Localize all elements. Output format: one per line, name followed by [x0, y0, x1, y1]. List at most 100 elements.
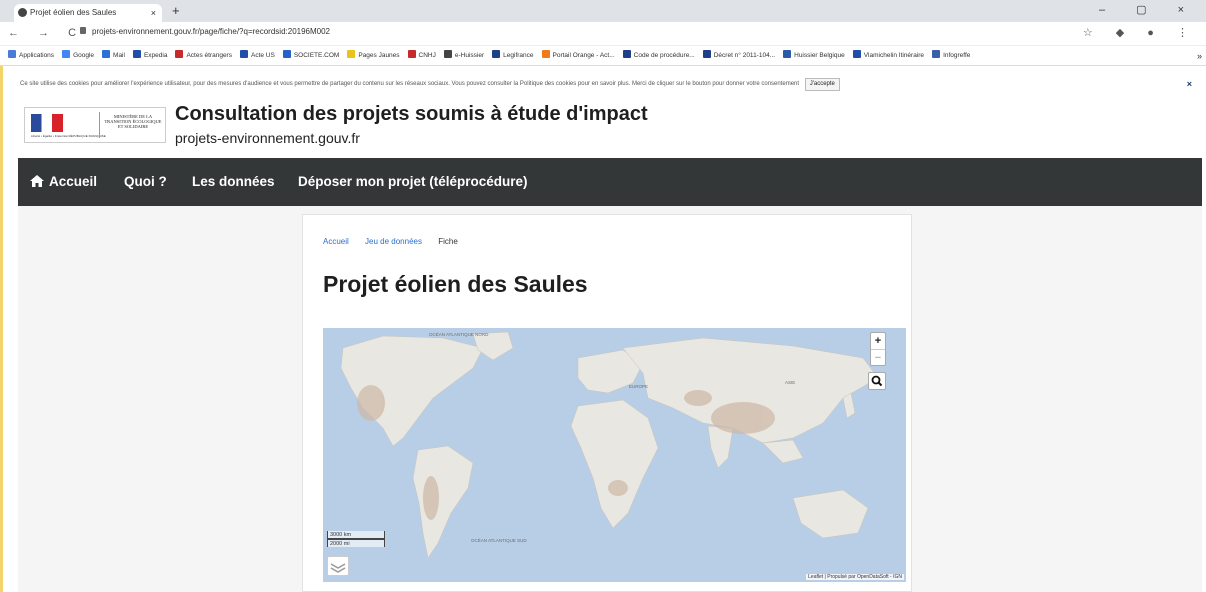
bookmark-label: Portail Orange - Act... — [552, 52, 615, 59]
world-map[interactable]: OCÉAN ATLANTIQUE NORD EUROPE ASIE OCÉAN … — [323, 328, 906, 582]
site-title[interactable]: Consultation des projets soumis à étude … — [175, 103, 648, 126]
bookmark-label: Décret n° 2011-104... — [713, 52, 776, 59]
bookmark-label: Google — [73, 52, 95, 59]
bookmark-item[interactable]: SOCIETE.COM — [282, 46, 340, 65]
bookmark-label: Code de procédure... — [633, 52, 695, 59]
bookmark-label: Mail — [113, 52, 125, 59]
bookmark-item[interactable]: Expedia — [132, 46, 168, 65]
bookmark-icon — [492, 50, 501, 58]
bookmark-icon — [702, 50, 711, 58]
ministry-logo[interactable]: Liberté • Égalité • Fraternité RÉPUBLIQU… — [24, 107, 166, 143]
bookmark-label: Applications — [19, 52, 55, 59]
main-nav: Accueil Quoi ? Les données Déposer mon p… — [18, 158, 1202, 206]
lock-icon — [80, 27, 86, 34]
bookmark-label: Expedia — [143, 52, 168, 59]
page-title: Projet éolien des Saules — [323, 271, 588, 297]
bookmark-label: SOCIETE.COM — [293, 52, 340, 59]
south-america — [412, 445, 474, 559]
bookmark-item[interactable]: Applications — [8, 46, 55, 65]
bookmark-label: Huissier Belgique — [794, 52, 845, 59]
japan — [842, 392, 856, 419]
bookmarks-bar: Applications Google Mail Expedia Actes étran… — [0, 46, 1206, 66]
bookmark-label: e-Huissier — [454, 52, 485, 59]
nav-data[interactable]: Les données — [192, 174, 275, 189]
layers-icon — [330, 563, 346, 573]
bookmark-item[interactable]: Pages Jaunes — [347, 46, 400, 65]
bookmark-item[interactable]: Mail — [102, 46, 125, 65]
map-scale: 3000 km 2000 mi — [327, 531, 385, 547]
bookmark-item[interactable]: e-Huissier — [443, 46, 485, 65]
bookmark-item[interactable]: Code de procédure... — [622, 46, 695, 65]
marianne-flag-icon — [31, 114, 63, 132]
zoom-out-button[interactable]: − — [871, 349, 885, 365]
bookmark-label: Pages Jaunes — [358, 52, 400, 59]
bookmark-icon — [622, 50, 631, 58]
cookie-text: Ce site utilise des cookies pour amélior… — [20, 81, 800, 87]
url-text: projets-environnement.gouv.fr/page/fiche… — [92, 27, 330, 36]
breadcrumb-current: Fiche — [438, 237, 458, 246]
close-tab-icon[interactable]: × — [151, 4, 156, 22]
bookmark-icon — [541, 50, 550, 58]
zoom-in-button[interactable]: + — [871, 333, 885, 349]
bookmark-icon — [443, 50, 452, 58]
cookie-accept-button[interactable]: J'accepte — [804, 78, 840, 91]
cookie-close-icon[interactable]: × — [1187, 76, 1192, 92]
central-asia-terrain — [684, 390, 712, 406]
nav-what[interactable]: Quoi ? — [124, 174, 167, 189]
bookmark-item[interactable]: Décret n° 2011-104... — [702, 46, 776, 65]
map-tiles — [340, 331, 879, 559]
bookmarks-more-icon[interactable]: » — [1197, 46, 1202, 65]
new-tab-icon[interactable]: + — [172, 3, 180, 18]
bookmark-icon — [102, 50, 111, 58]
bookmark-item[interactable]: Portail Orange - Act... — [541, 46, 615, 65]
bookmark-label: Vlamichelin Itinéraire — [863, 52, 925, 59]
browser-tab[interactable]: Projet éolien des Saules × — [14, 4, 162, 22]
site-header: Liberté • Égalité • Fraternité RÉPUBLIQU… — [0, 95, 1206, 157]
label-europe: EUROPE — [629, 384, 649, 389]
bookmark-label: Actes étrangers — [186, 52, 232, 59]
scale-km: 3000 km — [327, 531, 385, 539]
bookmark-item[interactable]: Vlamichelin Itinéraire — [852, 46, 925, 65]
bookmark-item[interactable]: Legifrance — [492, 46, 534, 65]
africa — [570, 399, 659, 529]
bookmark-icon — [62, 50, 71, 58]
bookmark-icon — [8, 50, 16, 58]
southern-africa-terrain — [608, 480, 628, 496]
label-south-atlantic: OCÉAN ATLANTIQUE SUD — [471, 538, 527, 543]
label-asia: ASIE — [785, 380, 796, 385]
browser-toolbar-icons[interactable]: ☆ ◆ ● ⋮ — [1083, 26, 1198, 39]
search-icon — [871, 375, 883, 387]
bookmark-icon — [175, 50, 184, 58]
site-url: projets-environnement.gouv.fr — [175, 130, 360, 146]
map-search-button[interactable] — [868, 372, 886, 390]
bookmark-item[interactable]: CNHJ — [407, 46, 436, 65]
map-attribution[interactable]: Leaflet | Propulsé par OpenDataSoft - IG… — [806, 574, 904, 580]
site-favicon-icon — [18, 8, 27, 17]
breadcrumb-dataset[interactable]: Jeu de données — [365, 237, 422, 246]
window-controls[interactable]: – ▢ × — [1099, 3, 1198, 16]
nav-submit-project[interactable]: Déposer mon projet (téléprocédure) — [298, 174, 528, 189]
scale-mi: 2000 mi — [327, 539, 385, 547]
layers-button[interactable] — [327, 556, 349, 576]
bookmark-item[interactable]: Actes étrangers — [175, 46, 232, 65]
tab-title: Projet éolien des Saules — [30, 8, 117, 17]
bookmark-icon — [239, 50, 248, 58]
nav-buttons[interactable]: ← → C — [8, 27, 84, 39]
bookmark-icon — [783, 50, 792, 58]
bookmark-item[interactable]: Acte US — [239, 46, 275, 65]
record-card: Accueil Jeu de données Fiche Projet éoli… — [302, 214, 912, 592]
bookmark-item[interactable]: Huissier Belgique — [783, 46, 845, 65]
label-north-atlantic: OCÉAN ATLANTIQUE NORD — [429, 332, 489, 337]
address-bar-row: ← → C projets-environnement.gouv.fr/page… — [0, 22, 1206, 46]
bookmark-item[interactable]: Infogreffe — [932, 46, 971, 65]
australia — [792, 489, 869, 539]
bookmark-icon — [282, 50, 291, 58]
bookmark-label: Infogreffe — [943, 52, 971, 59]
breadcrumb-home[interactable]: Accueil — [323, 237, 349, 246]
southeast-asia — [762, 439, 804, 464]
bookmark-icon — [347, 50, 356, 58]
nav-home[interactable]: Accueil — [49, 174, 97, 189]
china-terrain — [711, 402, 775, 434]
url-field[interactable]: projets-environnement.gouv.fr/page/fiche… — [80, 27, 330, 36]
bookmark-item[interactable]: Google — [62, 46, 95, 65]
